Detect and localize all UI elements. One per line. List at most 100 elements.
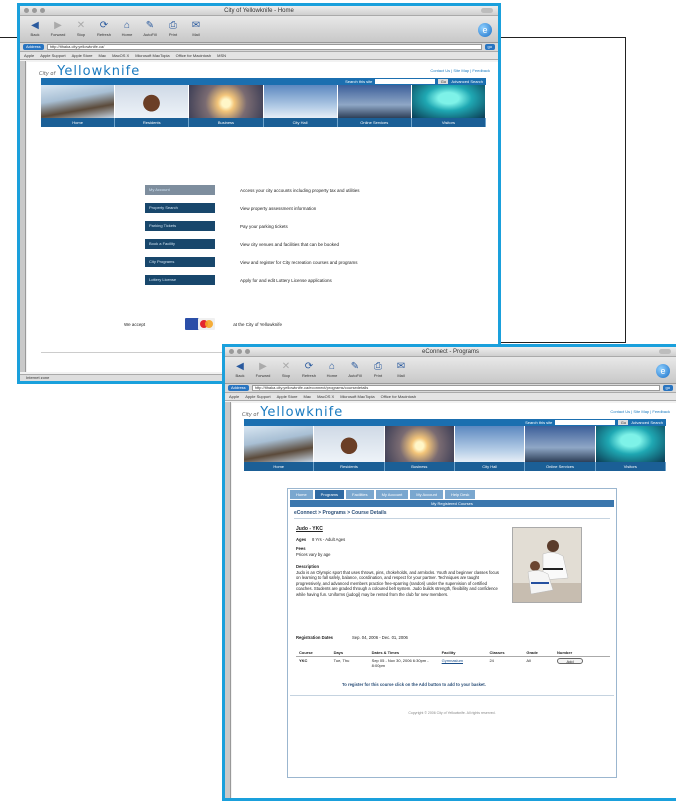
book-facility-button[interactable]: Book a Facility [145, 239, 215, 249]
tab-programs[interactable]: Programs [314, 490, 345, 499]
bookmark-item[interactable]: Office for Macintosh [176, 53, 212, 58]
home-button[interactable]: ⌂ Home [323, 361, 341, 379]
bookmark-item[interactable]: Apple Support [245, 394, 270, 399]
bookmark-item[interactable]: MacOS X [317, 394, 334, 399]
nav-city-hall[interactable]: City Hall [264, 118, 338, 127]
minimize-window-button[interactable] [237, 349, 242, 354]
explorer-bar-tabs[interactable] [225, 402, 231, 798]
nav-business[interactable]: Business [189, 118, 264, 127]
search-input[interactable] [375, 79, 436, 84]
nav-online-services[interactable]: Online Services [338, 118, 412, 127]
header-links[interactable]: Contact Us | Site Map | Feedback [430, 68, 490, 73]
cell-facility[interactable]: Gymnasium [439, 657, 487, 670]
cell-dates-times: Sep 05 - Nov 30, 2006 6:30pm - 8:00pm [371, 658, 429, 668]
bookmark-item[interactable]: Microsoft MacTopia [135, 53, 169, 58]
tab-help-desk[interactable]: Help Desk [444, 490, 476, 499]
bookmark-item[interactable]: Apple [229, 394, 239, 399]
autofill-button[interactable]: ✎ AutoFill [346, 361, 364, 379]
bookmark-item[interactable]: Apple Store [277, 394, 298, 399]
home-button[interactable]: ⌂ Home [118, 20, 136, 38]
advanced-search-link[interactable]: Advanced Search [451, 79, 483, 84]
toolbar-toggle-button[interactable] [659, 349, 671, 354]
parking-tickets-button[interactable]: Parking Tickets [145, 221, 215, 231]
mail-button[interactable]: ✉ Mail [187, 20, 205, 38]
nav-business[interactable]: Business [385, 462, 455, 471]
address-input[interactable]: http://ithaka.city.yellowknife.ca/econne… [251, 385, 660, 391]
back-arrow-icon: ◀ [31, 20, 39, 31]
nav-visitors[interactable]: Visitors [596, 462, 666, 471]
mail-icon: ✉ [396, 361, 406, 372]
mail-button[interactable]: ✉ Mail [392, 361, 410, 379]
bookmark-item[interactable]: MSN [217, 53, 226, 58]
back-button[interactable]: ◀ Back [26, 20, 44, 38]
nav-home[interactable]: Home [244, 462, 315, 471]
stop-button[interactable]: ✕ Stop [72, 20, 90, 38]
sub-navigation-bar[interactable]: My Registered Courses [290, 500, 614, 507]
site-logo[interactable]: City of Yellowknife [242, 405, 343, 420]
nav-city-hall[interactable]: City Hall [455, 462, 526, 471]
city-programs-button[interactable]: City Programs [145, 257, 215, 267]
tab-my-account-2[interactable]: My Account [410, 490, 443, 499]
property-search-button[interactable]: Property Search [145, 203, 215, 213]
my-account-button[interactable]: My Account [145, 185, 215, 195]
autofill-button[interactable]: ✎ AutoFill [141, 20, 159, 38]
banner-photo-sunset [189, 85, 264, 118]
go-button[interactable]: go [662, 385, 673, 391]
bookmark-item[interactable]: Apple Store [72, 53, 93, 58]
bookmark-item[interactable]: Office for Macintosh [381, 394, 417, 399]
print-button[interactable]: ⎙ Print [369, 361, 387, 379]
tab-facilities[interactable]: Facilities [346, 490, 374, 499]
address-input[interactable]: http://ithaka.city.yellowknife.ca/ [46, 44, 482, 50]
ages-label: Ages [296, 537, 307, 542]
econnect-tabs: Home Programs Facilities My Account My A… [290, 490, 476, 499]
bookmark-item[interactable]: MacOS X [112, 53, 129, 58]
nav-visitors[interactable]: Visitors [412, 118, 487, 127]
print-button[interactable]: ⎙ Print [164, 20, 182, 38]
forward-button[interactable]: ▶ Forward [254, 361, 272, 379]
refresh-button[interactable]: ⟳ Refresh [300, 361, 318, 379]
nav-online-services[interactable]: Online Services [525, 462, 596, 471]
forward-button[interactable]: ▶ Forward [49, 20, 67, 38]
bookmark-item[interactable]: Apple Support [40, 53, 65, 58]
browser-window-programs: eConnect - Programs ◀ Back ▶ Forward ✕ Stop… [222, 344, 676, 801]
zoom-window-button[interactable] [245, 349, 250, 354]
banner-photo-dogsled [244, 426, 315, 462]
bookmark-item[interactable]: Mac [304, 394, 312, 399]
close-window-button[interactable] [24, 8, 29, 13]
banner-photo-aurora [595, 426, 666, 462]
nav-residents[interactable]: Residents [115, 118, 190, 127]
tab-my-account[interactable]: My Account [375, 490, 409, 499]
banner-photo-child [115, 85, 190, 118]
nav-home[interactable]: Home [41, 118, 116, 127]
toolbar-toggle-button[interactable] [481, 8, 493, 13]
bookmark-item[interactable]: Microsoft MacTopia [340, 394, 374, 399]
minimize-window-button[interactable] [32, 8, 37, 13]
go-button[interactable]: go [484, 44, 495, 50]
nav-residents[interactable]: Residents [314, 462, 385, 471]
search-input[interactable] [555, 420, 616, 425]
course-title: Judo - YKC [296, 526, 323, 532]
stop-icon: ✕ [76, 20, 86, 31]
accept-right-text: at the City of Yellowknife [233, 321, 282, 327]
add-to-basket-button[interactable]: Add [557, 658, 584, 664]
stop-button[interactable]: ✕ Stop [277, 361, 295, 379]
service-row: City Programs View and register for City… [145, 257, 357, 267]
service-description: Pay your parking tickets [240, 223, 288, 229]
tab-home[interactable]: Home [290, 490, 313, 499]
explorer-bar-tabs[interactable] [20, 61, 26, 372]
bookmark-item[interactable]: Apple [24, 53, 34, 58]
close-window-button[interactable] [229, 349, 234, 354]
advanced-search-link[interactable]: Advanced Search [631, 420, 663, 425]
payment-accepted: We accept at the City of Yellowknife [124, 318, 282, 330]
window-title: eConnect - Programs [421, 349, 480, 355]
search-go-button[interactable]: Go [438, 79, 449, 84]
browser-logo-icon: e [656, 364, 670, 378]
bookmark-item[interactable]: Mac [99, 53, 107, 58]
refresh-button[interactable]: ⟳ Refresh [95, 20, 113, 38]
back-button[interactable]: ◀ Back [231, 361, 249, 379]
search-go-button[interactable]: Go [618, 420, 629, 425]
site-logo[interactable]: City of Yellowknife [39, 64, 140, 79]
lottery-license-button[interactable]: Lottery License [145, 275, 215, 285]
zoom-window-button[interactable] [40, 8, 45, 13]
header-links[interactable]: Contact Us | Site Map | Feedback [610, 409, 670, 414]
